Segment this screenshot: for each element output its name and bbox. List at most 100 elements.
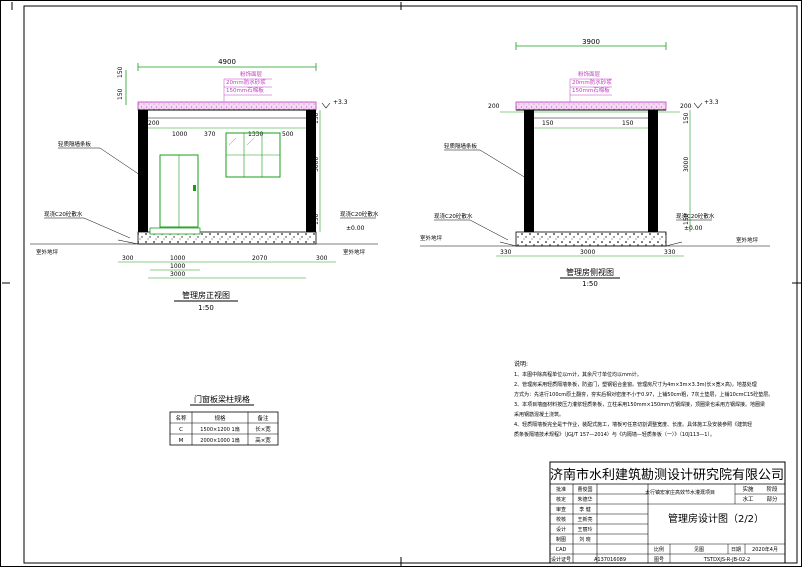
front-view-scale: 1:50: [198, 304, 214, 312]
side-left-ground-label: 室外地坪: [420, 234, 443, 242]
drawing-no-label: 图号: [654, 557, 664, 563]
front-top-dim-4: 1330: [248, 131, 263, 138]
front-left-ground-label: 室外地坪: [36, 248, 59, 256]
role-approve: 批准: [556, 486, 566, 493]
front-top-dim-2: 1000: [172, 131, 187, 138]
front-left-dim-1: 150: [117, 66, 124, 78]
side-left-floor-label: 现浇C20砼散水: [434, 212, 473, 220]
side-bottom-dim-1: 330: [500, 249, 512, 256]
design-notes: 说明: 1、本图中除高程单位以m计，其余尺寸单位均以mm计。 2、管理房采用轻质…: [514, 360, 773, 438]
side-right-column: [648, 110, 658, 232]
front-top-dim-5: 500: [282, 131, 294, 138]
signature-check: 王新亮: [577, 516, 592, 523]
stage-value: 阶段: [766, 485, 778, 493]
front-bottom-dim-2: 1000: [170, 255, 185, 262]
schedule-header-spec: 规格: [214, 414, 226, 422]
role-design: 设计: [556, 526, 566, 533]
schedule-row-1-name: C: [179, 427, 183, 433]
notes-heading: 说明:: [514, 360, 528, 368]
front-top-dim-3: 370: [204, 131, 216, 138]
dept-label: 水工: [742, 495, 754, 503]
notes-line-1: 1、本图中除高程单位以m计，其余尺寸单位均以mm计。: [514, 371, 642, 378]
role-cad: CAD: [556, 547, 567, 553]
front-bottom-dim-1: 300: [122, 255, 134, 262]
front-wall-label: 轻质隔墙条板: [58, 140, 92, 148]
schedule-row-1-remark: 长×宽: [255, 425, 271, 433]
front-overall-dim: 4900: [218, 58, 236, 66]
front-bottom-dim-3: 2070: [252, 255, 267, 262]
date-value: 2020年4月: [752, 546, 778, 553]
role-check: 校核: [556, 516, 566, 523]
schedule-title: 门窗板梁柱规格: [194, 394, 250, 404]
side-overall-dim: 3900: [582, 38, 600, 46]
front-right-dim-1: 150: [313, 112, 320, 124]
title-block: 济南市水利建筑勘测设计研究院有限公司 批准 核定 审查 校核 设计 制图 CAD…: [549, 461, 786, 564]
institute-name: 济南市水利建筑勘测设计研究院有限公司: [550, 467, 784, 483]
signature-review: 李 健: [579, 506, 591, 513]
drawing-sheet: 4900 粉饰面层 20mm防水砂浆 150mm石棉板 150 150 +3.3…: [0, 0, 802, 567]
date-label: 日期: [731, 547, 741, 553]
side-top-dim-1: 200: [488, 103, 500, 110]
front-right-floor-label: 现浇C20砼散水: [340, 210, 379, 218]
side-roof-note-1: 粉饰面层: [578, 70, 601, 78]
front-bottom-dim2-1: 1000: [170, 263, 185, 270]
schedule-row-2-remark: 高×宽: [255, 436, 271, 444]
schedule-row-2-name: M: [179, 438, 184, 444]
front-elev-floor: ±0.00: [346, 225, 365, 232]
front-roof-note-1: 粉饰面层: [240, 70, 263, 78]
notes-line-6: 4、轻质隔墙板完全是干作业，装配式施工，墙板可任意切割调整宽度、长度。具体施工及…: [514, 421, 752, 428]
side-right-dim-2: 3000: [683, 157, 690, 172]
role-cert: 设计证号: [551, 556, 571, 563]
scale-value: 见图: [694, 547, 704, 553]
side-bottom-dim-2: 3000: [580, 249, 595, 256]
dept-value: 部分: [766, 495, 778, 503]
side-elev-floor: ±0.00: [684, 225, 703, 232]
notes-line-3: 方式为：先进行100cm原土翻夯，夯实后相对密度不小于0.97，上铺50cm粗，…: [514, 391, 773, 398]
front-left-column: [138, 110, 148, 232]
notes-line-2: 2、管理房采用轻质隔墙条板，防盗门，塑钢铝合金窗。管理房尺寸为4m×3m×3.3…: [514, 381, 757, 388]
role-review: 审查: [556, 506, 566, 513]
side-top-dim-4: 200: [680, 103, 692, 110]
drawing-no-value: TSTDXJS-R-JB-02-2: [703, 557, 750, 563]
side-left-column: [524, 110, 534, 232]
cert-number: A137016089: [594, 557, 626, 563]
side-view-title: 管理房侧视图: [566, 267, 614, 277]
front-bottom-dim-4: 300: [316, 255, 328, 262]
notes-line-5: 采用钢筋混凝土浇筑。: [514, 411, 564, 418]
front-right-dim-3: 150: [313, 213, 320, 225]
side-view-scale: 1:50: [582, 280, 598, 288]
schedule-row-2-spec: 2000×1000 1扇: [200, 437, 239, 444]
notes-line-4: 3、本项目墙面材料按压力灌浆轻质条板，立柱采用150mm×150mm方钢焊接，顶…: [514, 401, 765, 408]
scale-label: 比例: [654, 546, 664, 553]
front-left-floor-label: 现浇C20砼散水: [44, 210, 83, 218]
front-elev-top: +3.3: [333, 99, 348, 106]
front-left-dim-2: 150: [117, 88, 124, 100]
stage-label: 实施: [742, 485, 754, 493]
drawing-title: 管理房设计图（2/2）: [668, 512, 764, 525]
schedule-header-name: 名称: [175, 414, 187, 422]
front-view: 4900 粉饰面层 20mm防水砂浆 150mm石棉板 150 150 +3.3…: [30, 58, 379, 312]
side-right-floor-label: 现浇C20砼散水: [676, 212, 715, 220]
side-elev-top: +3.3: [704, 99, 719, 106]
role-verify: 核定: [556, 496, 566, 503]
side-bottom-dim-3: 330: [664, 249, 676, 256]
side-foundation: [515, 231, 667, 247]
front-right-dim-2: 3000: [313, 157, 320, 172]
side-right-ground-label: 室外地坪: [736, 236, 759, 244]
role-draw: 制图: [556, 536, 566, 543]
project-name: 太行镇宏家庄高效节水灌溉项目: [645, 489, 715, 496]
signature-verify: 朱德华: [577, 496, 592, 503]
schedule-header-remark: 备注: [257, 414, 269, 422]
front-bottom-dim3-1: 3000: [170, 271, 185, 278]
front-view-title: 管理房正视图: [182, 290, 230, 300]
side-view: 3900 粉饰面层 20mm防水砂浆 150mm石棉板 +3.3 200 150…: [420, 38, 770, 288]
signature-draw: 刘 晓: [579, 536, 591, 543]
front-right-ground-label: 室外地坪: [343, 248, 366, 256]
signature-design: 王丽玲: [577, 526, 592, 533]
front-top-dim-1: 200: [148, 120, 160, 127]
schedule-row-1-spec: 1500×1200 1扇: [200, 426, 239, 433]
notes-line-7: 质条板隔墙技术规程》（JGJ/T 157—2014）与《内隔墙—轻质条板（一）》…: [514, 431, 715, 438]
side-roof-slab: [515, 101, 667, 111]
side-top-dim-3: 150: [622, 120, 634, 127]
side-right-dim-1: 150: [683, 112, 690, 124]
